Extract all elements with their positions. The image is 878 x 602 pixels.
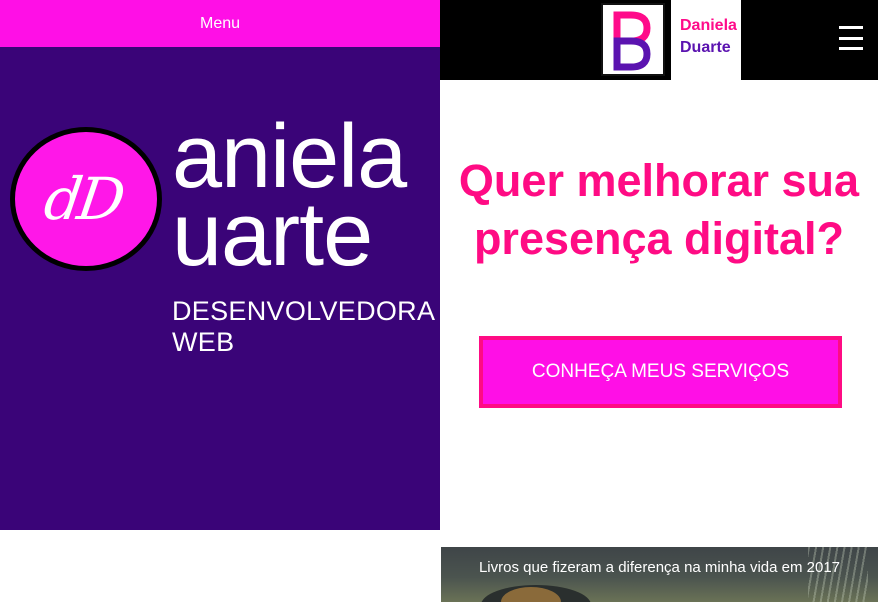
dd-logo-icon (613, 11, 651, 71)
services-cta-button[interactable]: CONHEÇA MEUS SERVIÇOS (479, 336, 842, 408)
logo-word-last: Duarte (680, 39, 731, 56)
brand-monogram: dD (40, 165, 126, 233)
page: Menu dD aniela uarte DESENVOLVEDORA WEB … (0, 0, 878, 602)
brand-name-line2: uarte (172, 185, 373, 285)
brand-subtitle-line2: WEB (172, 327, 235, 357)
side-panel: Menu dD aniela uarte DESENVOLVEDORA WEB (0, 0, 440, 530)
hamburger-bar (839, 26, 863, 29)
blog-post-card[interactable]: Livros que fizeram a diferença na minha … (441, 547, 878, 602)
brand-subtitle: DESENVOLVEDORA WEB (172, 296, 435, 358)
hamburger-bar (839, 47, 863, 50)
site-logo-text: Daniela Duarte (671, 0, 741, 80)
site-logo[interactable] (601, 3, 665, 76)
headline-line1: Quer melhorar sua (458, 155, 860, 206)
logo-word-first: Daniela (680, 17, 737, 34)
headline-line2: presença digital? (473, 213, 845, 264)
menu-button[interactable]: Menu (0, 0, 440, 47)
brand-subtitle-line1: DESENVOLVEDORA (172, 296, 436, 326)
hamburger-bar (839, 36, 863, 40)
hamburger-icon[interactable] (839, 22, 863, 54)
post-title[interactable]: Livros que fizeram a diferença na minha … (441, 559, 878, 576)
site-header: Daniela Duarte (440, 0, 878, 80)
brand-hero: dD aniela uarte DESENVOLVEDORA WEB (0, 47, 440, 530)
brand-logo-badge: dD (10, 127, 162, 271)
hero-headline: Quer melhorar sua presença digital? (440, 152, 878, 268)
